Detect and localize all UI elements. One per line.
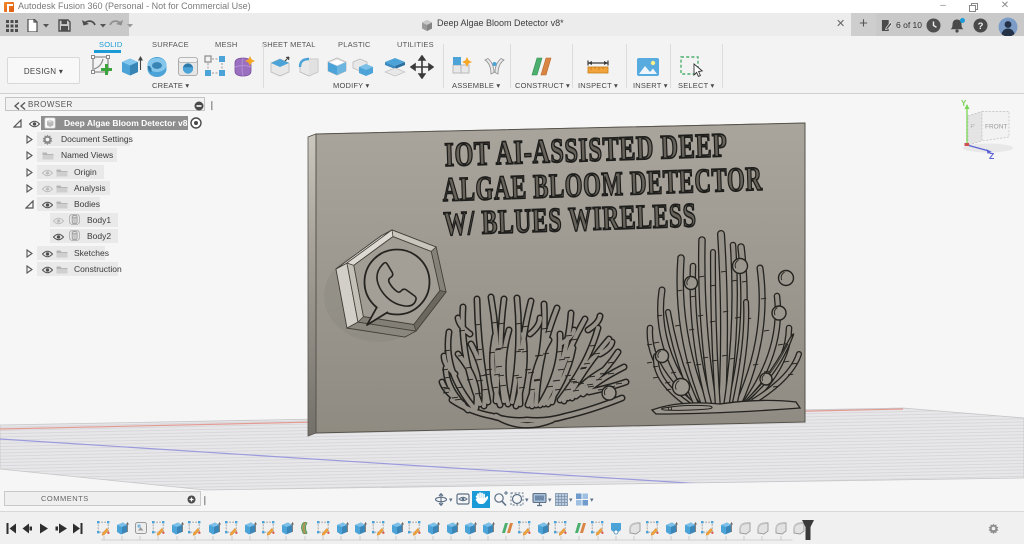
svg-text:Z: Z bbox=[989, 151, 994, 161]
svg-text:?: ? bbox=[978, 21, 984, 32]
svg-text:Y: Y bbox=[961, 99, 967, 108]
svg-text:FRONT: FRONT bbox=[985, 124, 1007, 131]
